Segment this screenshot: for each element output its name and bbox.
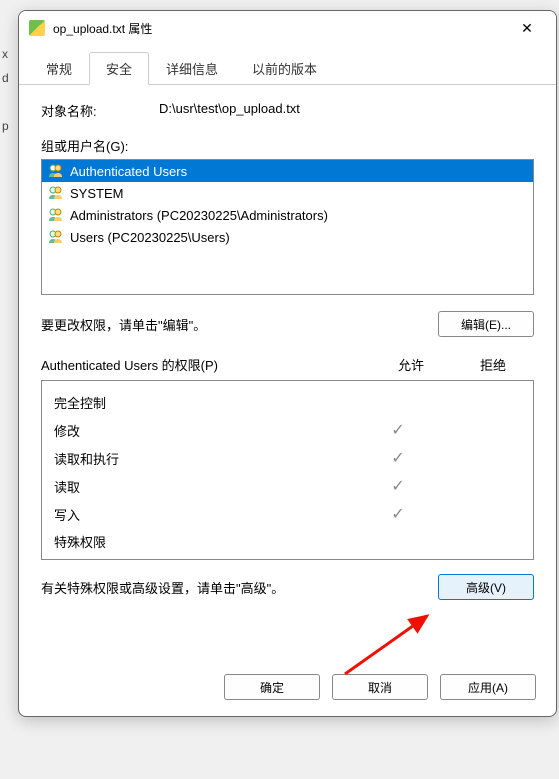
tab-general[interactable]: 常规 <box>29 52 89 85</box>
apply-button[interactable]: 应用(A) <box>440 674 536 700</box>
titlebar[interactable]: op_upload.txt 属性 ✕ <box>19 11 556 45</box>
perm-name: 读取 <box>54 477 357 496</box>
ok-button[interactable]: 确定 <box>224 674 320 700</box>
advanced-row: 有关特殊权限或高级设置，请单击"高级"。 高级(V) <box>41 574 534 600</box>
background-fragment: xdp <box>0 0 11 180</box>
permissions-title: Authenticated Users 的权限(P) <box>41 355 370 374</box>
object-name-value: D:\usr\test\op_upload.txt <box>159 101 300 120</box>
col-deny: 拒绝 <box>452 355 534 374</box>
list-item-label: Administrators (PC20230225\Administrator… <box>70 208 328 223</box>
perm-name: 特殊权限 <box>54 532 357 551</box>
file-icon <box>29 20 45 36</box>
users-icon <box>48 163 64 179</box>
perm-row: 修改 ✓ <box>42 416 533 444</box>
edit-permissions-row: 要更改权限，请单击"编辑"。 编辑(E)... <box>41 311 534 337</box>
groups-label: 组或用户名(G): <box>41 136 534 155</box>
list-item[interactable]: SYSTEM <box>42 182 533 204</box>
groups-listbox[interactable]: Authenticated Users SYSTEM Administrator… <box>41 159 534 295</box>
perm-allow: ✓ <box>357 448 439 468</box>
properties-dialog: op_upload.txt 属性 ✕ 常规 安全 详细信息 以前的版本 对象名称… <box>18 10 557 717</box>
advanced-button[interactable]: 高级(V) <box>438 574 534 600</box>
object-name-label: 对象名称: <box>41 101 159 120</box>
perm-row: 写入 ✓ <box>42 500 533 528</box>
list-item-label: Authenticated Users <box>70 164 187 179</box>
perm-name: 写入 <box>54 505 357 524</box>
list-item-label: Users (PC20230225\Users) <box>70 230 230 245</box>
perm-name: 完全控制 <box>54 393 357 412</box>
list-item-label: SYSTEM <box>70 186 123 201</box>
perm-row: 完全控制 <box>42 389 533 416</box>
perm-allow: ✓ <box>357 476 439 496</box>
perm-name: 修改 <box>54 421 357 440</box>
list-item[interactable]: Administrators (PC20230225\Administrator… <box>42 204 533 226</box>
advanced-hint: 有关特殊权限或高级设置，请单击"高级"。 <box>41 578 284 597</box>
users-icon <box>48 207 64 223</box>
close-button[interactable]: ✕ <box>504 13 550 43</box>
object-name-row: 对象名称: D:\usr\test\op_upload.txt <box>41 101 534 120</box>
security-panel: 对象名称: D:\usr\test\op_upload.txt 组或用户名(G)… <box>19 85 556 664</box>
perm-row: 特殊权限 <box>42 528 533 555</box>
edit-button[interactable]: 编辑(E)... <box>438 311 534 337</box>
perm-allow: ✓ <box>357 504 439 524</box>
perm-name: 读取和执行 <box>54 449 357 468</box>
permissions-header: Authenticated Users 的权限(P) 允许 拒绝 <box>41 355 534 374</box>
col-allow: 允许 <box>370 355 452 374</box>
edit-hint: 要更改权限，请单击"编辑"。 <box>41 315 206 334</box>
perm-row: 读取和执行 ✓ <box>42 444 533 472</box>
perm-allow: ✓ <box>357 420 439 440</box>
users-icon <box>48 185 64 201</box>
tab-previous-versions[interactable]: 以前的版本 <box>235 52 334 85</box>
tab-security[interactable]: 安全 <box>89 52 149 85</box>
list-item[interactable]: Authenticated Users <box>42 160 533 182</box>
cancel-button[interactable]: 取消 <box>332 674 428 700</box>
perm-row: 读取 ✓ <box>42 472 533 500</box>
users-icon <box>48 229 64 245</box>
list-item[interactable]: Users (PC20230225\Users) <box>42 226 533 248</box>
window-title: op_upload.txt 属性 <box>53 20 504 37</box>
dialog-footer: 确定 取消 应用(A) <box>19 664 556 716</box>
tab-details[interactable]: 详细信息 <box>149 52 235 85</box>
close-icon: ✕ <box>521 20 533 37</box>
permissions-list: 完全控制 修改 ✓ 读取和执行 ✓ 读取 ✓ 写入 ✓ <box>41 380 534 560</box>
tab-strip: 常规 安全 详细信息 以前的版本 <box>19 45 556 85</box>
